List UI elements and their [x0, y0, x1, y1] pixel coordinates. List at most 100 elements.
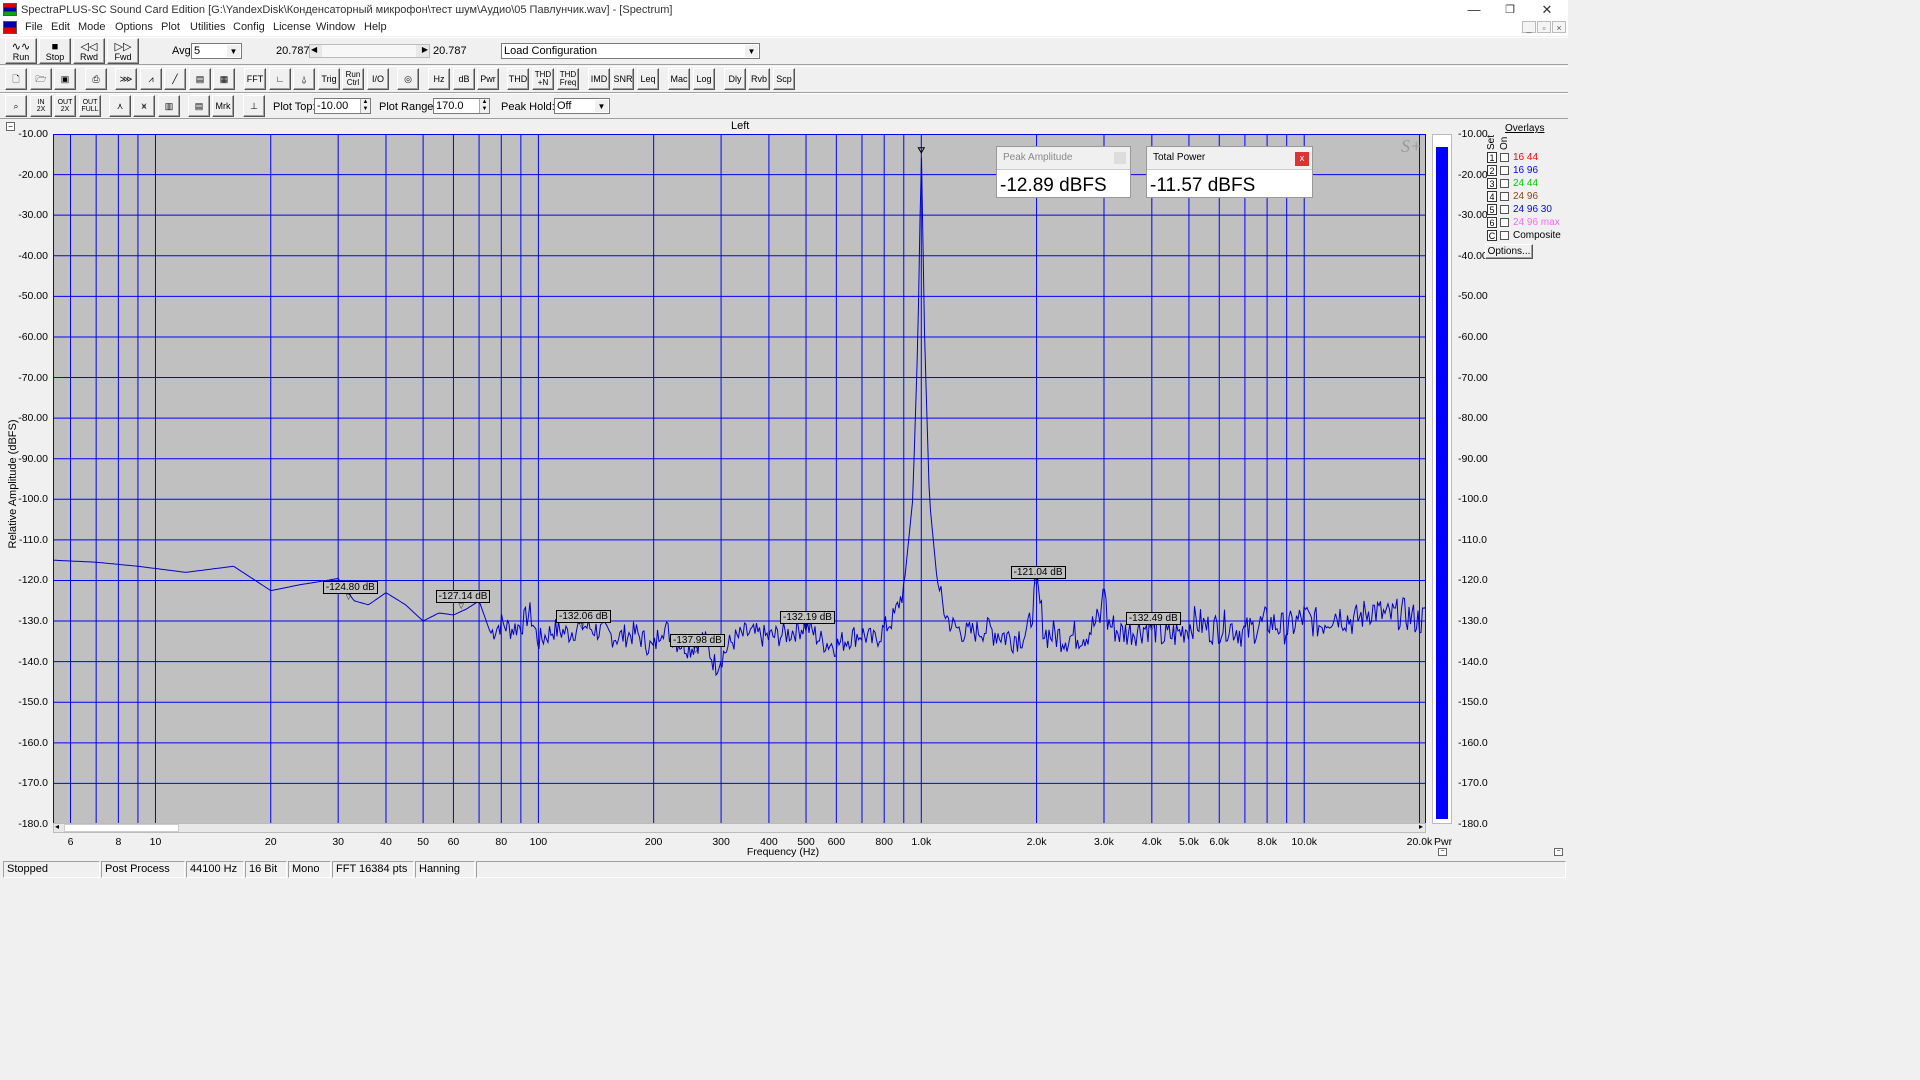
rewind-button[interactable]: ◁◁ Rwd: [73, 38, 105, 64]
line-plot-button[interactable]: ⋏: [109, 95, 131, 117]
spinner-icon[interactable]: ▲ ▼: [360, 99, 370, 113]
snr-button[interactable]: SNR: [612, 68, 634, 90]
spectrum-plot[interactable]: [53, 134, 1426, 824]
minimize-button[interactable]: —: [1457, 0, 1491, 20]
menu-mode[interactable]: Mode: [78, 21, 106, 33]
leq-button[interactable]: Leq: [637, 68, 659, 90]
scroll-right-icon[interactable]: ▶: [422, 45, 428, 54]
spectrum-button[interactable]: ⩘: [140, 68, 162, 90]
plot-top-input[interactable]: -10.00 ▲ ▼: [314, 98, 371, 114]
marker-label[interactable]: -137.98 dB: [669, 634, 725, 648]
phase-button[interactable]: ╱: [164, 68, 186, 90]
close-button[interactable]: ✕: [1530, 0, 1564, 20]
marker-label[interactable]: -124.80 dB: [322, 580, 378, 594]
new-file-button[interactable]: 🗋: [5, 68, 27, 90]
peak-hold-select[interactable]: Off ▼: [554, 98, 610, 114]
collapse-icon[interactable]: −: [1554, 848, 1563, 856]
menu-edit[interactable]: Edit: [51, 21, 70, 33]
stop-button[interactable]: ■ Stop: [39, 38, 71, 64]
plot-range-input[interactable]: 170.0 ▲ ▼: [433, 98, 490, 114]
run-control-button[interactable]: Run Ctrl: [342, 68, 364, 90]
zoom-in-x-button[interactable]: IN 2X: [30, 95, 52, 117]
avg-select[interactable]: 5 ▼: [191, 43, 242, 59]
marker-label[interactable]: -132.06 dB: [556, 610, 611, 624]
marker-label[interactable]: -132.49 dB: [1125, 612, 1181, 626]
menu-help[interactable]: Help: [364, 21, 387, 33]
overlay-set-2[interactable]: 2: [1487, 165, 1497, 176]
peak-meter-close-icon[interactable]: [1114, 152, 1126, 164]
imd-button[interactable]: IMD: [588, 68, 610, 90]
3d-surface-button[interactable]: ▤: [189, 68, 211, 90]
overlay-on-checkbox[interactable]: [1500, 192, 1509, 201]
reverb-button[interactable]: Rvb: [748, 68, 770, 90]
overlay-on-checkbox[interactable]: [1500, 166, 1509, 175]
open-file-button[interactable]: 🗁: [30, 68, 52, 90]
forward-button[interactable]: ▷▷ Fwd: [107, 38, 139, 64]
menu-config[interactable]: Config: [233, 21, 265, 33]
save-button[interactable]: ▣: [54, 68, 76, 90]
marker-label[interactable]: -121.04 dB: [1010, 565, 1066, 579]
mdi-minimize-button[interactable]: _: [1522, 21, 1536, 33]
scope-button[interactable]: Scp: [773, 68, 795, 90]
overlay-on-checkbox[interactable]: [1500, 218, 1509, 227]
db-button[interactable]: dB: [453, 68, 475, 90]
frequency-scrollbar[interactable]: ◂ ▸: [53, 822, 1426, 833]
hz-button[interactable]: Hz: [428, 68, 450, 90]
menu-utilities[interactable]: Utilities: [190, 21, 225, 33]
menu-license[interactable]: License: [273, 21, 311, 33]
restore-button[interactable]: ❐: [1493, 0, 1527, 20]
mdi-close-button[interactable]: ×: [1552, 21, 1566, 33]
marker-label[interactable]: -127.14 dB: [435, 590, 491, 604]
signal-generator-button[interactable]: ⍙: [293, 68, 315, 90]
thd-n-button[interactable]: THD +N: [532, 68, 554, 90]
overlay-set-C[interactable]: C: [1487, 230, 1497, 241]
mdi-restore-button[interactable]: ▫: [1537, 21, 1551, 33]
delay-button[interactable]: Dly: [724, 68, 746, 90]
zoom-out-x-button[interactable]: OUT 2X: [54, 95, 76, 117]
thd-freq-button[interactable]: THD Freq: [557, 68, 579, 90]
io-button[interactable]: I/O: [367, 68, 389, 90]
collapse-icon[interactable]: −: [1438, 848, 1447, 856]
bar-plot-button[interactable]: ▥: [158, 95, 180, 117]
menu-options[interactable]: Options: [115, 21, 153, 33]
peak-amplitude-meter[interactable]: Peak Amplitude -12.89 dBFS: [996, 146, 1131, 198]
overlay-on-checkbox[interactable]: [1500, 179, 1509, 188]
print-button[interactable]: ⎙: [85, 68, 107, 90]
scaling-button[interactable]: ∟: [269, 68, 291, 90]
time-scrollbar[interactable]: ◀ ▶: [309, 44, 430, 58]
spectrogram-button[interactable]: ▦: [213, 68, 235, 90]
overlay-on-checkbox[interactable]: [1500, 205, 1509, 214]
menu-plot[interactable]: Plot: [161, 21, 180, 33]
total-power-meter[interactable]: Total Power x -11.57 dBFS: [1146, 146, 1313, 198]
log-button[interactable]: Log: [693, 68, 715, 90]
overlay-set-4[interactable]: 4: [1487, 191, 1497, 202]
total-power-close-button[interactable]: x: [1295, 152, 1309, 166]
configuration-select[interactable]: Load Configuration ▼: [501, 43, 760, 59]
run-button[interactable]: ∿∿ Run: [5, 38, 37, 64]
overlay-set-6[interactable]: 6: [1487, 217, 1497, 228]
app-icon[interactable]: [3, 3, 17, 16]
overlay-on-checkbox[interactable]: [1500, 153, 1509, 162]
overlay-on-checkbox[interactable]: [1500, 231, 1509, 240]
scroll-right-icon[interactable]: ▸: [1419, 822, 1423, 831]
cursor-button[interactable]: ⊥: [243, 95, 265, 117]
overlay-set-1[interactable]: 1: [1487, 152, 1497, 163]
overlay-set-3[interactable]: 3: [1487, 178, 1497, 189]
scroll-left-icon[interactable]: ◀: [311, 45, 317, 54]
zoom-out-full-button[interactable]: OUT FULL: [79, 95, 101, 117]
thd-button[interactable]: THD: [507, 68, 529, 90]
power-button[interactable]: Pwr: [477, 68, 499, 90]
marker-label[interactable]: -132.19 dB: [780, 610, 835, 624]
marker-button[interactable]: Mrk: [212, 95, 234, 117]
fft-button[interactable]: FFT: [244, 68, 266, 90]
macro-button[interactable]: Mac: [668, 68, 690, 90]
spinner-icon[interactable]: ▲ ▼: [479, 99, 489, 113]
menu-window[interactable]: Window: [316, 21, 355, 33]
document-icon[interactable]: [3, 21, 17, 34]
table-button[interactable]: ▤: [188, 95, 210, 117]
menu-file[interactable]: File: [25, 21, 43, 33]
generator-sine-button[interactable]: ◎: [397, 68, 419, 90]
zoom-button[interactable]: ⌕: [5, 95, 27, 117]
area-plot-button[interactable]: ⩙: [133, 95, 155, 117]
scroll-left-icon[interactable]: ◂: [55, 822, 59, 831]
